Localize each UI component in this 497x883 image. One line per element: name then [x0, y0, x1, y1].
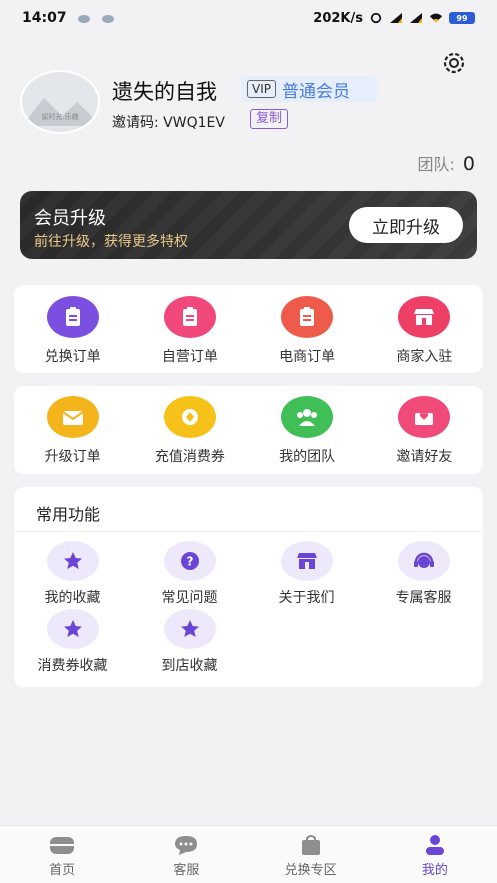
ecommerce-orders-button[interactable]: 电商订单: [249, 296, 366, 366]
divider: [14, 531, 483, 532]
services-card: 升级订单 充值消费券 我的团队 邀请好友: [14, 386, 483, 474]
store-icon: [398, 296, 451, 338]
signal-icon: [410, 13, 422, 23]
store-favorites-button[interactable]: 到店收藏: [131, 609, 248, 675]
customer-service-button[interactable]: 专属客服: [365, 541, 482, 607]
exchange-orders-label: 兑换订单: [44, 349, 101, 365]
avatar-caption: 留时光.乐趣: [41, 113, 79, 121]
about-us-label: 关于我们: [278, 590, 335, 606]
status-bar: 14:07 202K/s 99: [0, 0, 497, 36]
merchant-join-button[interactable]: 商家入驻: [366, 296, 483, 366]
tab-service[interactable]: 客服: [124, 826, 248, 883]
user-icon: [425, 835, 444, 855]
svg-text:?: ?: [186, 555, 193, 569]
signal-icon: [390, 13, 402, 23]
common-functions-card: 常用功能 我的收藏 ? 常见问题 关于我们 专属客服 消费券收藏 到店收藏: [14, 487, 483, 687]
store-favorites-label: 到店收藏: [161, 658, 218, 674]
avatar[interactable]: 留时光.乐趣: [20, 70, 100, 134]
status-time: 14:07: [22, 10, 67, 26]
voucher-favorites-label: 消费券收藏: [37, 658, 108, 674]
member-level: 普通会员: [281, 81, 350, 102]
tab-mine[interactable]: 我的: [373, 826, 497, 883]
cloud-icon: [77, 15, 90, 23]
customer-service-label: 专属客服: [395, 590, 452, 606]
coin-icon: [163, 396, 216, 438]
wifi-icon: [429, 13, 443, 23]
merchant-join-label: 商家入驻: [396, 349, 453, 365]
clipboard-icon: [281, 296, 334, 338]
my-favorites-button[interactable]: 我的收藏: [14, 541, 131, 607]
self-orders-button[interactable]: 自营订单: [131, 296, 248, 366]
username: 遗失的自我: [112, 80, 217, 104]
cloud-icon: [101, 15, 114, 23]
ecommerce-orders-label: 电商订单: [279, 349, 336, 365]
star-icon: [46, 609, 99, 649]
tab-mine-label: 我的: [421, 863, 448, 878]
upgrade-title: 会员升级: [34, 208, 106, 229]
star-icon: [163, 609, 216, 649]
home-icon: [50, 837, 75, 854]
team-label: 团队:: [417, 155, 455, 174]
clipboard-icon: [163, 296, 216, 338]
exchange-orders-button[interactable]: 兑换订单: [14, 296, 131, 366]
tab-service-label: 客服: [173, 863, 200, 878]
faq-button[interactable]: ? 常见问题: [131, 541, 248, 607]
tab-home[interactable]: 首页: [0, 826, 124, 883]
tab-exchange[interactable]: 兑换专区: [249, 826, 373, 883]
team-count[interactable]: 团队: 0: [418, 151, 476, 175]
bottom-tab-bar: 首页 客服 兑换专区 我的: [0, 825, 497, 883]
member-level-badge: VIP 普通会员: [241, 76, 377, 102]
tab-exchange-label: 兑换专区: [284, 863, 337, 878]
gear-icon[interactable]: [439, 48, 469, 78]
upgrade-banner: 会员升级 前往升级，获得更多特权 立即升级: [20, 191, 477, 259]
invite-code: 邀请码: VWQ1EV: [112, 115, 225, 131]
team-number: 0: [462, 153, 475, 175]
upgrade-orders-button[interactable]: 升级订单: [14, 396, 131, 466]
store-icon: [280, 541, 333, 581]
invite-friends-label: 邀请好友: [396, 449, 453, 465]
my-team-button[interactable]: 我的团队: [249, 396, 366, 466]
faq-label: 常见问题: [161, 590, 218, 606]
headset-icon: [397, 541, 450, 581]
invite-friends-button[interactable]: 邀请好友: [366, 396, 483, 466]
star-icon: [46, 541, 99, 581]
chat-icon: [175, 836, 198, 855]
tab-home-label: 首页: [49, 863, 76, 878]
vip-tag: VIP: [247, 80, 276, 98]
group-icon: [281, 396, 334, 438]
question-icon: ?: [163, 541, 216, 581]
my-team-label: 我的团队: [279, 449, 336, 465]
battery-icon: 99: [449, 12, 475, 24]
recharge-voucher-label: 充值消费券: [154, 449, 225, 465]
my-favorites-label: 我的收藏: [44, 590, 101, 606]
copy-button[interactable]: 复制: [250, 109, 289, 129]
orders-card: 兑换订单 自营订单 电商订单 商家入驻: [14, 285, 483, 373]
network-speed: 202K/s: [313, 10, 363, 26]
recharge-voucher-button[interactable]: 充值消费券: [131, 396, 248, 466]
self-orders-label: 自营订单: [161, 349, 218, 365]
upgrade-orders-label: 升级订单: [44, 449, 101, 465]
voucher-favorites-button[interactable]: 消费券收藏: [14, 609, 131, 675]
upgrade-button[interactable]: 立即升级: [349, 207, 463, 243]
clipboard-icon: [46, 296, 99, 338]
upgrade-subtitle: 前往升级，获得更多特权: [34, 234, 188, 250]
bag-icon: [301, 835, 320, 855]
invite-icon: [398, 396, 451, 438]
mail-icon: [46, 396, 99, 438]
about-us-button[interactable]: 关于我们: [248, 541, 365, 607]
common-functions-title: 常用功能: [36, 505, 101, 524]
alarm-icon: [370, 12, 382, 24]
